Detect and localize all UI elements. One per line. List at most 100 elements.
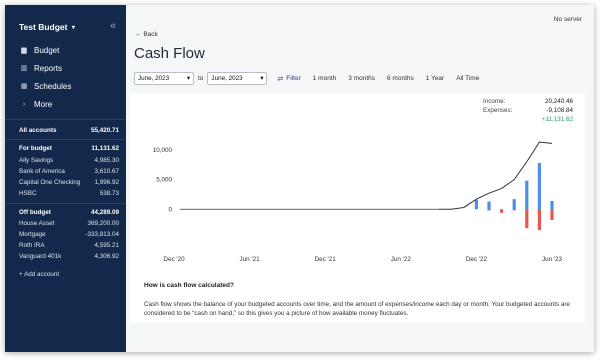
account-name: Roth IRA [19,242,45,249]
expense-bar [512,209,516,211]
account-balance: 1,996.92 [94,179,119,186]
account-row[interactable]: Ally Savings 4,985.30 [19,157,119,164]
arrow-left-icon: ← [135,31,142,38]
expense-bar [550,209,554,220]
x-tick-label: Jun '23 [542,256,563,263]
budget-switcher[interactable]: Test Budget ▾ [19,22,75,32]
calendar-icon: ▦ [20,83,28,90]
account-name: Vanguard 401k [19,253,62,260]
y-tick-label: 10,000 [153,147,173,154]
y-tick-label: 0 [168,206,172,213]
expenses-row: Expenses: -9,108.84 [483,106,573,115]
income-bar [487,201,491,210]
range-3-months-button[interactable]: 3 months [348,75,375,82]
x-tick-label: Jun '22 [391,256,412,263]
income-bar [525,180,529,210]
range-1-month-button[interactable]: 1 month [313,75,337,82]
chevron-down-icon: ▾ [260,75,264,82]
account-balance: 538.73 [99,190,119,197]
account-name: Bank of America [19,168,65,175]
expense-bar [537,209,541,231]
sidebar-item-label: Schedules [34,81,72,91]
sidebar-item-budget[interactable]: ▆ Budget [19,41,71,59]
account-name: House Asset [19,220,55,227]
sidebar-item-label: Reports [34,63,63,73]
all-accounts-total: 55,420.71 [90,127,119,134]
filter-label: Filter [286,75,301,82]
back-label: Back [143,31,158,38]
account-name: HSBC [19,190,37,197]
account-balance: 4,595.21 [94,242,119,249]
filter-icon: ⇄ [277,75,284,83]
expenses-label: Expenses: [483,107,513,114]
account-row[interactable]: HSBC 538.73 [19,190,119,197]
end-month-select[interactable]: June, 2023 ▾ [207,72,268,85]
account-name: Ally Savings [19,157,54,164]
account-row[interactable]: Mortgage -333,813.04 [19,231,119,238]
start-month-select[interactable]: June, 2023 ▾ [134,72,194,85]
range-1-year-button[interactable]: 1 Year [426,75,444,82]
x-tick-label: Jun '21 [240,256,261,263]
y-tick-label: 5,000 [156,177,172,184]
sidebar-nav: ▆ Budget ▥ Reports ▦ Schedules › More [19,41,72,113]
account-row[interactable]: House Asset 369,200.00 [19,220,119,227]
plus-icon: + [19,271,23,278]
wallet-icon: ▆ [21,47,27,54]
account-row[interactable]: Bank of America 3,610.67 [19,168,119,175]
app-window: Test Budget ▾ « ▆ Budget ▥ Reports ▦ Sch… [5,5,594,352]
sidebar-item-reports[interactable]: ▥ Reports [19,59,71,77]
all-accounts-label: All accounts [19,127,57,134]
totals-summary: Income: 20,240.46 Expenses: -9,108.84 +1… [483,97,573,124]
filter-button[interactable]: ⇄ Filter [277,75,300,83]
x-tick-label: Dec '21 [315,256,337,263]
range-6-months-button[interactable]: 6 months [387,75,414,82]
to-label: to [198,75,204,82]
main-content: No server ← Back Cash Flow June, 2023 ▾ … [126,5,594,352]
income-row: Income: 20,240.46 [483,97,573,106]
account-name: Mortgage [19,231,46,238]
off-budget-row[interactable]: Off budget 44,289.09 [19,209,119,216]
help-question: How is cash flow calculated? [144,282,234,289]
expenses-value: -9,108.84 [546,107,573,114]
report-card: Income: 20,240.46 Expenses: -9,108.84 +1… [130,93,585,323]
chevron-right-icon: › [22,100,26,108]
account-balance: -333,813.04 [85,231,119,238]
x-tick-label: Dec '20 [163,256,185,263]
account-balance: 4,306.92 [94,253,119,260]
account-row[interactable]: Capital One Checking 1,996.92 [19,179,119,186]
back-button[interactable]: ← Back [135,31,158,38]
report-controls: June, 2023 ▾ to June, 2023 ▾ ⇄ Filter 1 … [134,72,479,85]
off-budget-label: Off budget [19,209,51,216]
range-all-time-button[interactable]: All Time [456,75,479,82]
account-balance: 369,200.00 [87,220,119,227]
sidebar-item-schedules[interactable]: ▦ Schedules [19,77,72,95]
account-row[interactable]: Roth IRA 4,595.21 [19,242,119,249]
help-answer: Cash flow shows the balance of your budg… [144,301,571,317]
sidebar-item-label: Budget [34,45,60,55]
for-budget-label: For budget [19,145,52,152]
net-value: +11,131.62 [541,116,573,123]
expense-bar [525,209,529,229]
expense-bar [487,209,491,211]
server-status[interactable]: No server [554,16,582,23]
account-balance: 3,610.67 [94,168,119,175]
sidebar: Test Budget ▾ « ▆ Budget ▥ Reports ▦ Sch… [5,5,126,352]
account-name: Capital One Checking [19,179,81,186]
sidebar-item-more[interactable]: › More [19,95,71,113]
for-budget-total: 11,131.62 [91,145,119,152]
all-accounts-row[interactable]: All accounts 55,420.71 [19,127,119,134]
for-budget-row[interactable]: For budget 11,131.62 [19,145,119,152]
account-row[interactable]: Vanguard 401k 4,306.92 [19,253,119,260]
balance-line [438,141,553,210]
collapse-sidebar-icon[interactable]: « [110,20,116,32]
divider [5,203,126,204]
add-account-button[interactable]: + Add account [19,271,59,278]
divider [5,119,126,120]
end-month-value: June, 2023 [211,75,243,82]
expense-bar [500,209,504,213]
page-title: Cash Flow [134,45,205,62]
income-label: Income: [483,98,506,105]
income-bar [512,199,516,210]
income-bar [474,199,478,210]
divider [5,139,126,140]
